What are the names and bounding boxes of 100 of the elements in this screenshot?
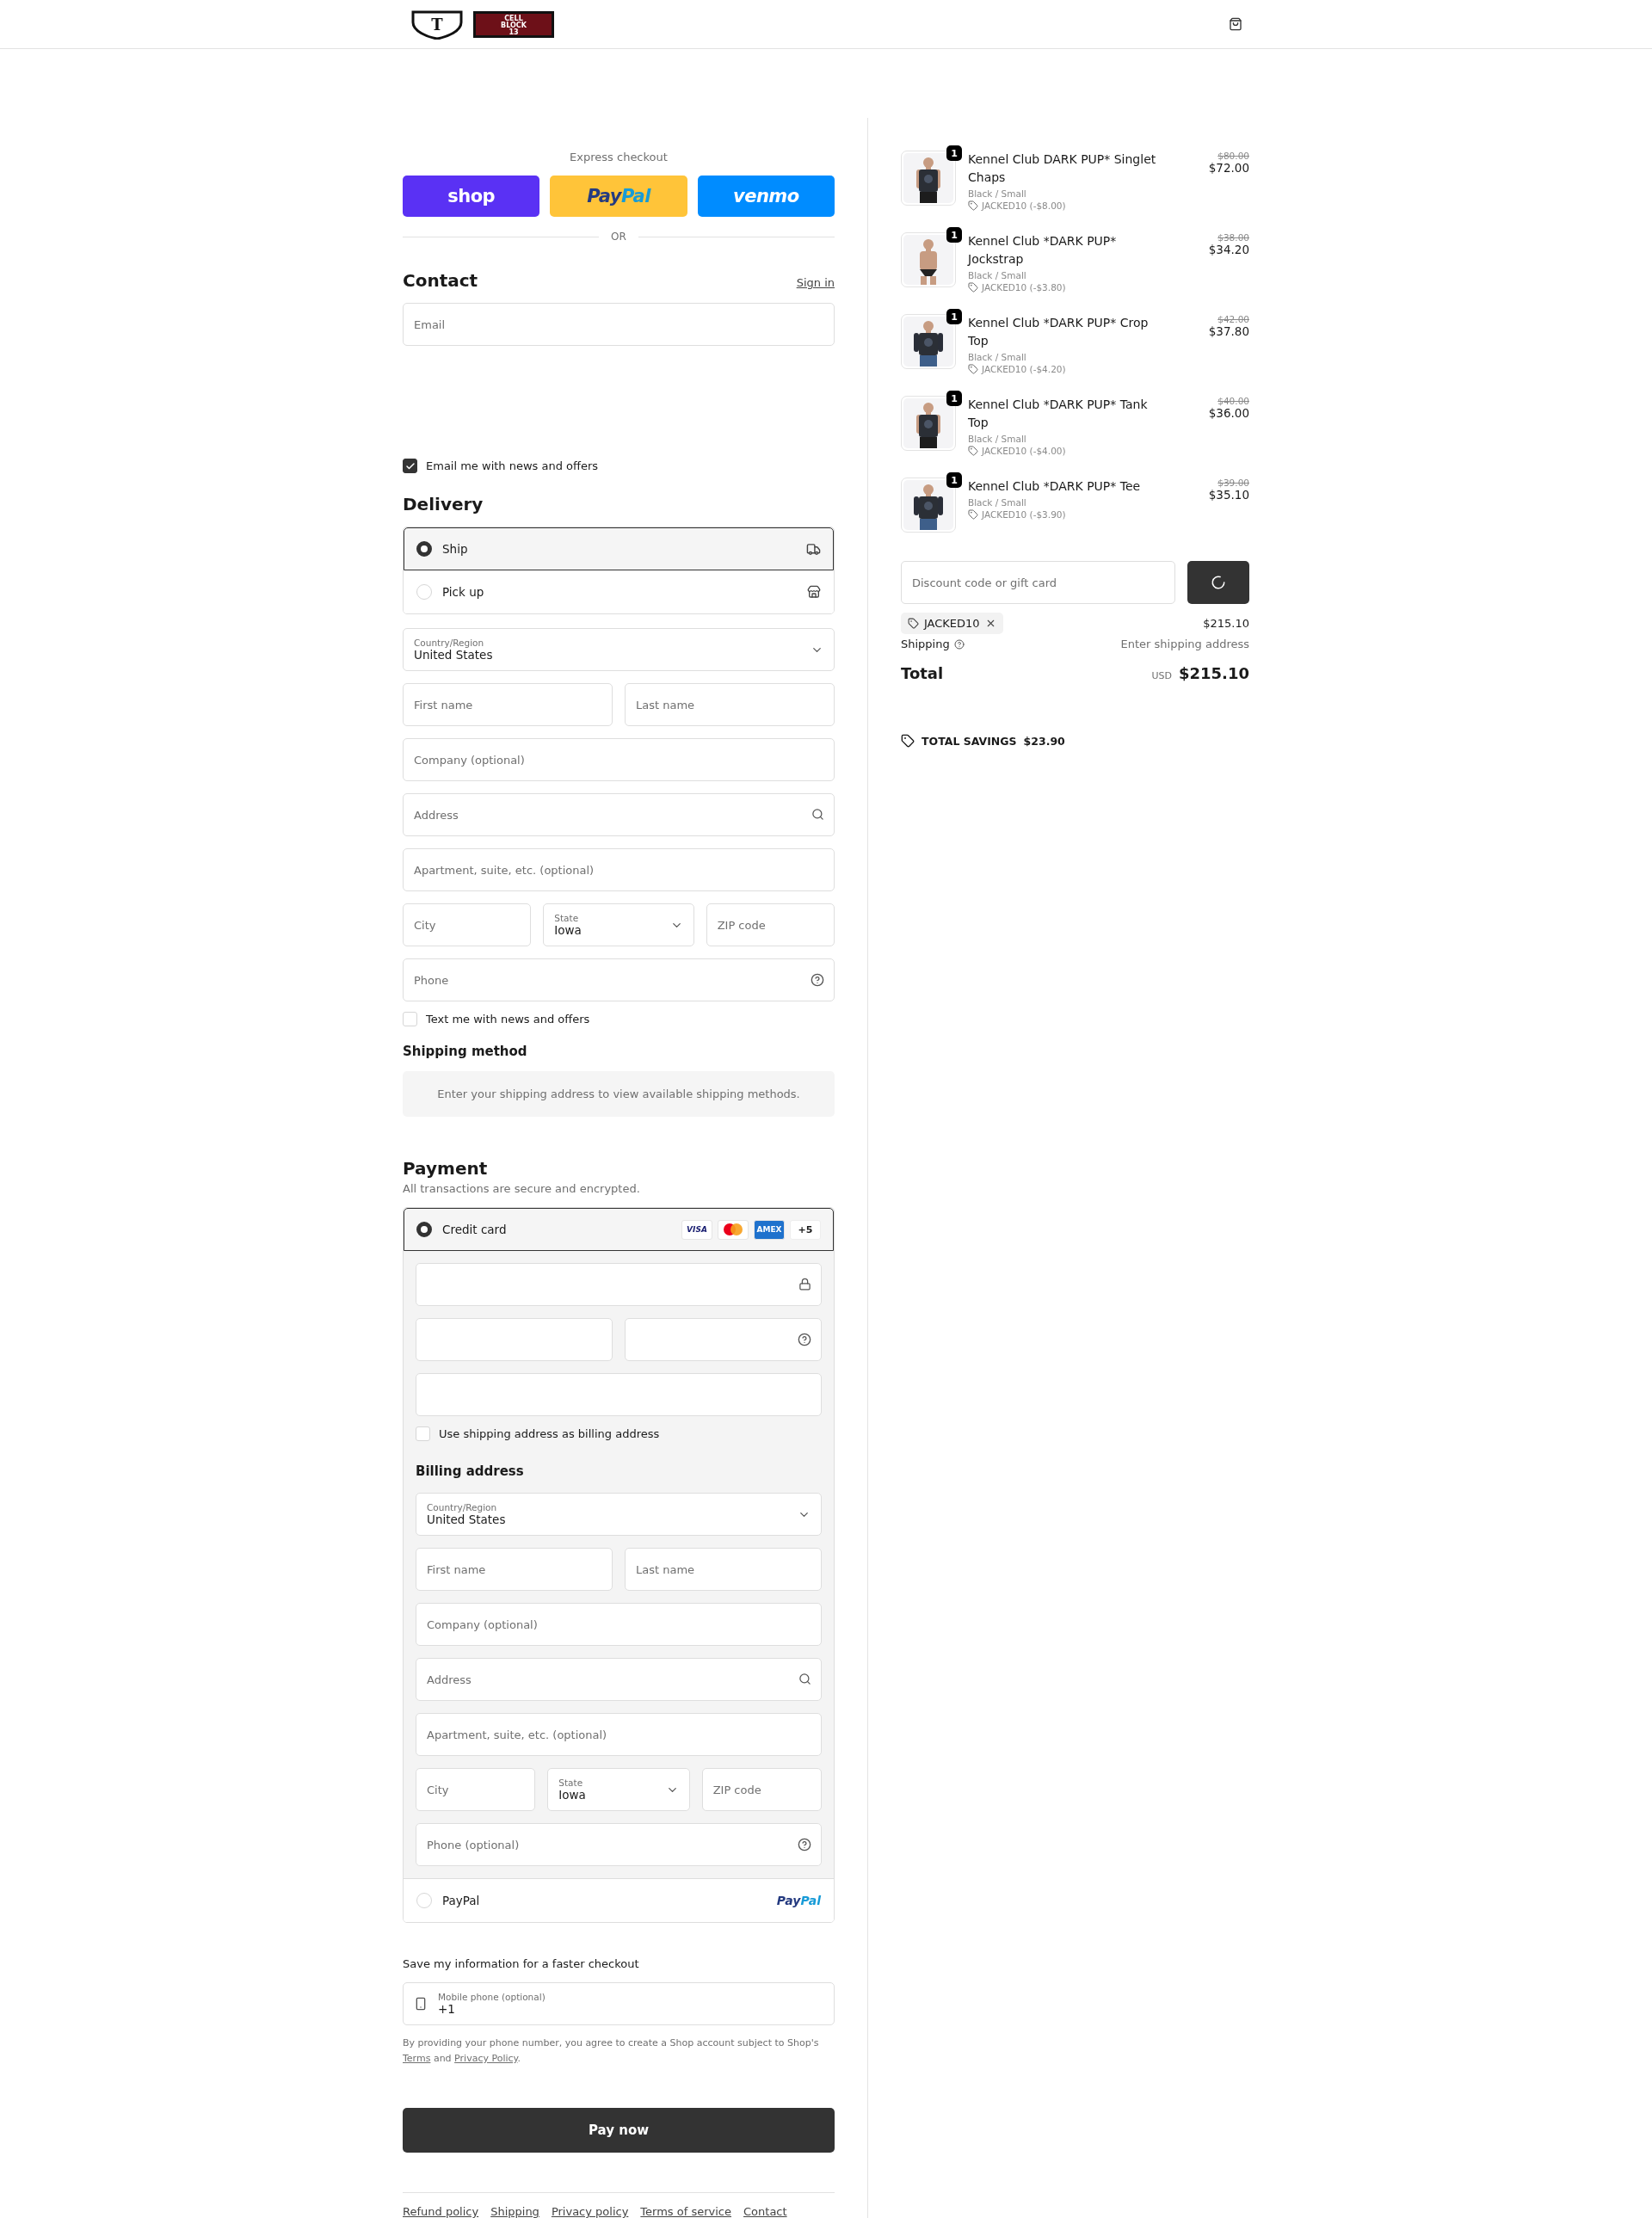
input-field[interactable]: City [403, 903, 532, 946]
original-price: $80.00 [1217, 151, 1249, 161]
input-field[interactable]: Apartment, suite, etc. (optional) [403, 848, 835, 891]
total-label: Total [901, 664, 944, 682]
tag-icon [901, 734, 915, 748]
phone-icon [414, 1997, 428, 2011]
store-icon [807, 585, 821, 599]
card-brand-icon [718, 1219, 749, 1240]
express-pay-button[interactable]: PayPal [550, 176, 687, 217]
savings-value: $23.90 [1023, 734, 1065, 748]
discount-field[interactable]: Discount code or gift card [901, 561, 1175, 604]
product-name: Kennel Club DARK PUP* Singlet Chaps [968, 151, 1157, 186]
pay-now-button[interactable]: Pay now [403, 2108, 835, 2153]
footer-link[interactable]: Privacy policy [551, 2205, 629, 2218]
divider-label: OR [611, 231, 626, 243]
discount-text: JACKED10 (-$4.20) [982, 364, 1066, 374]
input-field[interactable]: Apartment, suite, etc. (optional) [416, 1713, 822, 1756]
price: $34.20 [1208, 243, 1249, 256]
section-heading: Delivery [403, 494, 484, 514]
quantity-badge: 1 [946, 391, 962, 406]
input-field[interactable]: Last name [625, 683, 835, 726]
discount-text: JACKED10 (-$3.90) [982, 509, 1066, 520]
select-field[interactable]: Country/Region United States [403, 628, 835, 671]
variant-text: Black / Small [968, 270, 1026, 280]
cart-icon[interactable] [1229, 17, 1242, 31]
price: $35.10 [1208, 488, 1249, 502]
input-field[interactable]: Phone (optional) [416, 1823, 822, 1866]
card-brand-icon: VISA [681, 1219, 712, 1240]
select-field[interactable]: Country/Region United States [416, 1493, 822, 1536]
variant-text: Black / Small [968, 497, 1026, 508]
select-field[interactable]: State Iowa [543, 903, 694, 946]
email-field[interactable]: Email [403, 303, 835, 346]
input-field[interactable]: Address [403, 793, 835, 836]
section-subtitle: All transactions are secure and encrypted. [403, 1182, 641, 1195]
radio-button[interactable] [416, 1222, 432, 1237]
quantity-badge: 1 [946, 227, 962, 243]
input-field[interactable]: First name [403, 683, 613, 726]
sign-in-link[interactable]: Sign in [796, 276, 835, 289]
input-field[interactable]: City [416, 1768, 536, 1811]
terms-link[interactable]: Terms [403, 2053, 431, 2064]
input-field[interactable]: ZIP code [701, 1768, 822, 1811]
checkbox[interactable] [403, 459, 417, 473]
input-field[interactable]: Company (optional) [403, 738, 835, 781]
delivery-option[interactable]: Ship [404, 527, 834, 570]
footer-link[interactable]: Shipping [490, 2205, 539, 2218]
discount-text: JACKED10 (-$8.00) [982, 200, 1066, 211]
input-field[interactable] [416, 1373, 822, 1416]
tag-icon [968, 282, 978, 293]
truck-icon [806, 541, 821, 557]
input-field[interactable]: Phone [403, 958, 835, 1001]
payment-option[interactable]: Credit card VISA AMEX +5 [404, 1208, 834, 1251]
privacy-link[interactable]: Privacy Policy [454, 2053, 518, 2064]
input-field[interactable] [416, 1263, 822, 1306]
card-brand-icon: AMEX [754, 1219, 785, 1240]
input-field[interactable] [625, 1318, 822, 1361]
currency-code: USD [1151, 670, 1172, 681]
input-field[interactable]: Address [416, 1658, 822, 1701]
original-price: $40.00 [1217, 396, 1249, 406]
tag-icon [908, 618, 919, 629]
radio-button[interactable] [416, 541, 432, 557]
checkbox-label: Email me with news and offers [426, 459, 599, 472]
lock-icon [798, 1278, 811, 1291]
info-message: Enter your shipping address to view available shipping methods. [403, 1071, 835, 1117]
tag-icon [968, 200, 978, 211]
help-icon [953, 638, 965, 650]
more-brands-badge: +5 [790, 1219, 821, 1240]
footer-link[interactable]: Terms of service [640, 2205, 731, 2218]
shipping-label: Shipping [901, 638, 950, 650]
discount-tag[interactable]: JACKED10 [901, 613, 1003, 634]
section-heading: Payment [403, 1158, 489, 1179]
express-pay-button[interactable]: shop [403, 176, 540, 217]
input-field[interactable]: Company (optional) [416, 1603, 822, 1646]
variant-text: Black / Small [968, 188, 1026, 199]
select-field[interactable]: State Iowa [547, 1768, 690, 1811]
original-price: $42.00 [1217, 314, 1249, 324]
mobile-phone-field[interactable]: Mobile phone (optional) +1 [403, 1982, 835, 2025]
apply-button[interactable] [1187, 561, 1249, 604]
help-icon [798, 1333, 811, 1346]
input-field[interactable]: ZIP code [706, 903, 835, 946]
input-field[interactable]: First name [416, 1548, 613, 1591]
section-title: Express checkout [569, 151, 669, 163]
savings-label: TOTAL SAVINGS [922, 734, 1017, 748]
discount-text: JACKED10 (-$4.00) [982, 446, 1066, 456]
help-icon [798, 1838, 811, 1851]
footer-link[interactable]: Refund policy [403, 2205, 479, 2218]
check-icon [404, 460, 416, 471]
quantity-badge: 1 [946, 145, 962, 161]
input-field[interactable]: Last name [625, 1548, 822, 1591]
section-title: Save my information for a faster checkout [403, 1957, 640, 1970]
tag-icon [968, 364, 978, 374]
input-field[interactable] [416, 1318, 613, 1361]
variant-text: Black / Small [968, 434, 1026, 444]
price: $37.80 [1208, 324, 1249, 338]
logo[interactable]: T CELL BLOCK 13 [410, 9, 558, 40]
product-name: Kennel Club *DARK PUP* Tank Top [968, 397, 1149, 431]
search-icon [811, 808, 824, 821]
section-heading: Billing address [416, 1463, 525, 1479]
discount-text: JACKED10 (-$3.80) [982, 282, 1066, 293]
footer-link[interactable]: Contact [743, 2205, 787, 2218]
subtotal-value: $215.10 [1203, 617, 1249, 630]
